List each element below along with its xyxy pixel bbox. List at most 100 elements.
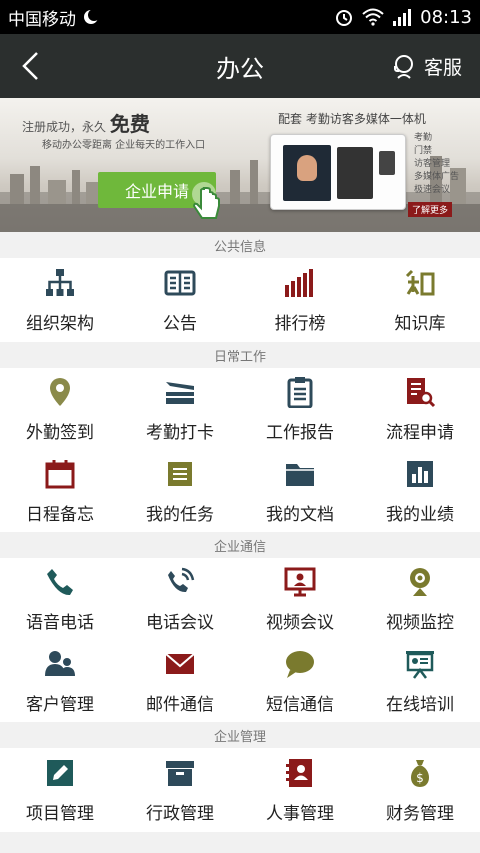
menu-item-my-performance[interactable]: 我的业绩: [360, 450, 480, 532]
menu-item-customer-management[interactable]: 客户管理: [0, 640, 120, 722]
nav-bar: 办公 客服: [0, 34, 480, 98]
menu-item-label: 视频监控: [386, 612, 454, 633]
terminal-device-image: [270, 134, 406, 210]
calendar-icon: [45, 459, 75, 488]
menu-item-mail[interactable]: 邮件通信: [120, 640, 240, 722]
webcam-icon: [410, 567, 430, 596]
section-daily-work: 外勤签到 考勤打卡 工作报告 流程申请 日程备忘 我的任务 我的文档 我的业绩: [0, 368, 480, 532]
banner-slogan: 注册成功，永久 免费: [22, 108, 150, 137]
menu-item-work-report[interactable]: 工作报告: [240, 368, 360, 450]
menu-item-label: 邮件通信: [146, 694, 214, 715]
city-skyline-image: [0, 156, 480, 232]
promo-banner[interactable]: 注册成功，永久 免费 移动办公零距离 企业每天的工作入口 企业申请 配套 考勤访…: [0, 98, 480, 232]
document-search-icon: [407, 377, 436, 407]
wifi-icon: [362, 8, 384, 26]
menu-item-finance-management[interactable]: $ 财务管理: [360, 748, 480, 832]
task-list-icon: [168, 461, 192, 486]
menu-item-field-checkin[interactable]: 外勤签到: [0, 368, 120, 450]
section-public-info: 组织架构 公告 排行榜 知识库: [0, 258, 480, 342]
menu-item-attendance[interactable]: 考勤打卡: [120, 368, 240, 450]
carrier-name: 中国移动: [8, 9, 76, 30]
menu-item-schedule[interactable]: 日程备忘: [0, 450, 120, 532]
menu-item-label: 工作报告: [266, 422, 334, 443]
conference-call-icon: [168, 567, 195, 592]
menu-item-my-documents[interactable]: 我的文档: [240, 450, 360, 532]
menu-item-voice-call[interactable]: 语音电话: [0, 558, 120, 640]
menu-item-label: 流程申请: [386, 422, 454, 443]
menu-item-label: 外勤签到: [26, 422, 94, 443]
bar-chart-icon: [285, 268, 313, 297]
menu-item-label: 项目管理: [26, 803, 94, 824]
folder-icon: [286, 463, 314, 486]
menu-item-announcement[interactable]: 公告: [120, 258, 240, 342]
menu-item-process-request[interactable]: 流程申请: [360, 368, 480, 450]
section-header: 公共信息: [0, 232, 480, 258]
status-bar: 中国移动 08:13: [0, 0, 480, 34]
menu-item-label: 人事管理: [266, 803, 334, 824]
signal-icon: [393, 9, 412, 26]
menu-item-conference-call[interactable]: 电话会议: [120, 558, 240, 640]
menu-item-label: 视频会议: [266, 612, 334, 633]
performance-chart-icon: [407, 460, 433, 487]
menu-item-sms[interactable]: 短信通信: [240, 640, 360, 722]
feature-item: 访客管理: [414, 159, 451, 169]
menu-item-label: 客户管理: [26, 694, 94, 715]
phone-icon: [47, 568, 73, 595]
menu-item-label: 我的文档: [266, 504, 334, 525]
section-header: 日常工作: [0, 342, 480, 368]
clipboard-icon: [287, 376, 313, 408]
book-icon: [164, 270, 196, 295]
location-pin-icon: [50, 377, 70, 406]
chevron-left-icon: [22, 52, 38, 80]
menu-item-ranking[interactable]: 排行榜: [240, 258, 360, 342]
menu-item-label: 我的任务: [146, 504, 214, 525]
edit-icon: [47, 759, 73, 786]
archive-box-icon: [166, 760, 194, 786]
learn-more-button[interactable]: 了解更多: [408, 202, 453, 217]
menu-item-label: 日程备忘: [26, 504, 94, 525]
menu-item-hr-management[interactable]: 人事管理: [240, 748, 360, 832]
section-enterprise-communication: 语音电话 电话会议 视频会议 视频监控 客户管理 邮件通信 短信通信 在线培训: [0, 558, 480, 722]
feature-item: 多媒体广告: [414, 172, 460, 182]
section-enterprise-management: 项目管理 行政管理 人事管理 $ 财务管理: [0, 748, 480, 832]
menu-item-label: 组织架构: [26, 313, 94, 334]
section-header: 企业通信: [0, 532, 480, 558]
menu-item-label: 语音电话: [26, 612, 94, 633]
org-chart-icon: [46, 268, 74, 296]
menu-item-label: 行政管理: [146, 803, 214, 824]
menu-item-video-conference[interactable]: 视频会议: [240, 558, 360, 640]
menu-item-org-chart[interactable]: 组织架构: [0, 258, 120, 342]
slogan-emphasis: 免费: [109, 112, 150, 136]
money-bag-icon: $: [411, 759, 429, 787]
svg-text:$: $: [416, 771, 424, 785]
menu-item-administration[interactable]: 行政管理: [120, 748, 240, 832]
clock: 08:13: [420, 6, 472, 28]
menu-item-label: 公告: [163, 313, 197, 334]
hand-pointer-icon: [192, 182, 220, 219]
section-header: 企业管理: [0, 722, 480, 748]
device-title: 配套 考勤访客多媒体一体机: [278, 112, 426, 126]
menu-item-label: 我的业绩: [386, 504, 454, 525]
feature-item: 极速会议: [414, 185, 451, 195]
menu-item-video-monitoring[interactable]: 视频监控: [360, 558, 480, 640]
menu-item-project-management[interactable]: 项目管理: [0, 748, 120, 832]
back-button[interactable]: [0, 34, 60, 98]
menu-item-my-tasks[interactable]: 我的任务: [120, 450, 240, 532]
feature-item: 考勤: [414, 133, 433, 143]
menu-item-label: 财务管理: [386, 803, 454, 824]
knowledge-icon: [405, 269, 435, 295]
menu-item-label: 短信通信: [266, 694, 334, 715]
menu-item-label: 知识库: [394, 313, 446, 334]
device-features: 考勤 门禁 访客管理 多媒体广告 极速会议: [414, 132, 459, 197]
video-conference-icon: [284, 567, 316, 596]
alarm-icon: [336, 10, 353, 26]
menu-item-knowledge-base[interactable]: 知识库: [360, 258, 480, 342]
menu-item-online-training[interactable]: 在线培训: [360, 640, 480, 722]
menu-item-label: 电话会议: [146, 612, 214, 633]
feature-item: 门禁: [414, 146, 433, 156]
headset-icon: [393, 55, 413, 79]
address-book-icon: [286, 758, 312, 787]
presentation-icon: [406, 650, 434, 679]
customer-service-button[interactable]: 客服: [390, 52, 462, 80]
customer-service-label: 客服: [423, 56, 462, 79]
